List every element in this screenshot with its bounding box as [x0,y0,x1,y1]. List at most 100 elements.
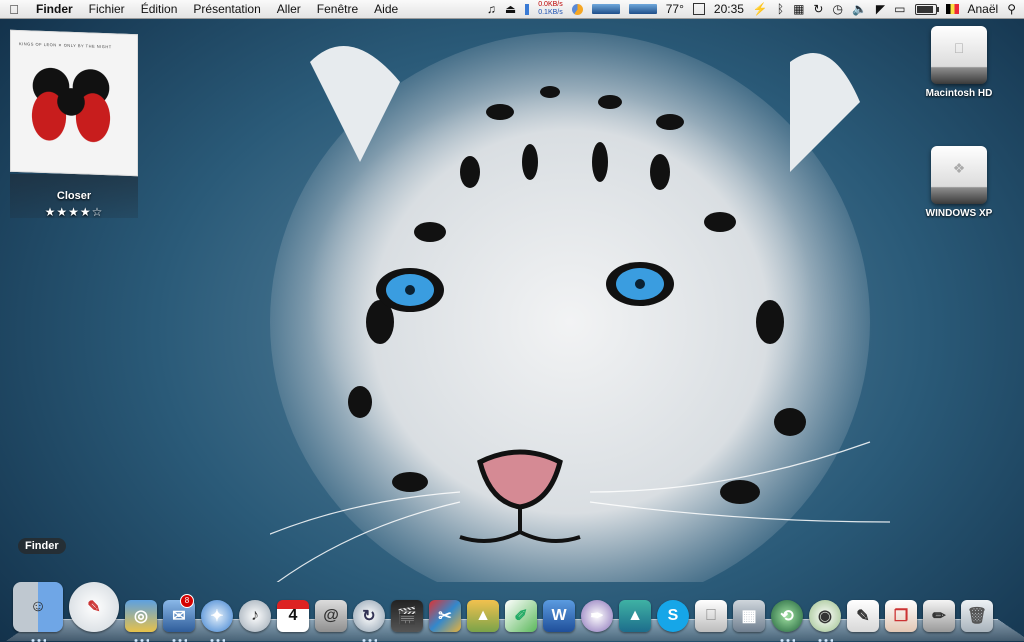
menu-aide[interactable]: Aide [366,0,406,18]
menu-aller[interactable]: Aller [269,0,309,18]
dock-item-time-machine[interactable]: ⟲ [770,588,804,642]
trash-icon: 🗑 [961,600,993,632]
battery-icon[interactable] [914,3,939,15]
dock-item-trash[interactable]: 🗑 [960,588,994,632]
iphoto-icon: ▲ [467,600,499,632]
album-cover-text: KINGS OF LEON ✕ ONLY BY THE NIGHT [19,41,112,50]
wifi-icon[interactable]: ◤ [876,2,885,16]
sync-icon[interactable]: ↻ [813,2,823,16]
display-icon[interactable]: ▭ [894,2,905,16]
drive-windows-xp[interactable]: ❖ WINDOWS XP [914,146,1004,219]
spotlight-search-icon[interactable]: ⚲ [1007,2,1016,16]
menu-fenetre[interactable]: Fenêtre [309,0,366,18]
clipboard-icon: ❐ [885,600,917,632]
dock-item-finder[interactable]: ☺ [12,572,64,642]
bluetooth-battery-icon[interactable] [525,3,530,15]
final-cut-icon: 🎬 [391,600,423,632]
album-art-image [21,55,121,159]
dock-item-textedit[interactable]: ✎ [846,588,880,632]
dock-item-iweb[interactable]: ◎ [124,588,158,642]
time-machine-menu-icon[interactable]: ◷ [832,2,842,16]
menu-edition[interactable]: Édition [133,0,186,18]
dock: ☺ ✎ ◎ ✉ 8 ✦ ♪ 4 @ ↻ 🎬 ✂ ▲ ✐ W ✒ ▲ S ▦ ⟲ … [12,566,994,642]
weather-graph-icon[interactable] [628,4,657,14]
drive-macintosh-hd[interactable]:  Macintosh HD [914,26,1004,99]
drive-label: WINDOWS XP [925,208,993,219]
dock-item-word[interactable]: W [542,588,576,632]
wallpaper-leopard [270,32,890,582]
system-prefs-icon: ▦ [733,600,765,632]
time-machine-icon: ⟲ [771,600,803,632]
memory-meter-icon[interactable] [591,4,620,14]
status-menu-area: ♫ ⏏ 0.0KB/s 0.1KB/s 77° 20:35 ⚡ ᛒ ▦ ↻ ◷ … [487,0,1024,18]
dock-item-mail[interactable]: ✉ 8 [162,588,196,642]
drive-label: Macintosh HD [925,88,993,99]
dock-item-safari[interactable]: ✦ [200,588,234,642]
grid-icon[interactable]: ▦ [793,2,804,16]
eject-icon[interactable]: ⏏ [505,2,516,16]
finder-icon: ☺ [13,582,63,632]
dock-item-isync[interactable]: ↻ [352,588,386,642]
dock-tooltip: Finder [18,538,66,554]
track-title: Closer [56,190,92,202]
dock-item-photo-booth[interactable]: ✂ [428,588,462,632]
dock-item-pages[interactable]: ✏ [922,588,956,632]
photo-booth-icon: ✂ [429,600,461,632]
menu-fichier[interactable]: Fichier [81,0,133,18]
bluetooth-icon[interactable]: ᛒ [777,2,784,16]
dock-item-final-cut[interactable]: 🎬 [390,588,424,632]
dock-item-dashboard[interactable]: ✎ [68,572,120,632]
network-speed-meter[interactable]: 0.0KB/s 0.1KB/s [538,1,563,17]
dashboard-icon: ✎ [69,582,119,632]
volume-icon[interactable]: 🔈 [852,2,867,16]
music-note-icon[interactable]: ♫ [487,2,496,16]
dock-item-system-prefs[interactable]: ▦ [732,588,766,632]
dock-item-preview[interactable]: ◉ [808,588,842,642]
textedit-icon: ✎ [847,600,879,632]
power-plug-icon[interactable]: ⚡ [753,2,768,16]
dock-item-vlc[interactable]: ▲ [618,588,652,632]
calendar-icon[interactable] [692,3,705,15]
clock-text[interactable]: 20:35 [714,2,744,16]
skype-icon: S [657,600,689,632]
user-name-text[interactable]: Anaël [968,2,999,16]
address-book-icon: @ [315,600,347,632]
menu-presentation[interactable]: Présentation [185,0,268,18]
dock-item-itunes[interactable]: ♪ [238,588,272,632]
preview-icon: ◉ [809,600,841,632]
pages-icon: ✏ [923,600,955,632]
vlc-icon: ▲ [619,600,651,632]
dock-item-pen[interactable]: ✒ [580,588,614,632]
menu-app-finder[interactable]: Finder [28,0,81,18]
dock-item-clipboard[interactable]: ❐ [884,588,918,632]
apple-icon[interactable]:  [0,2,28,17]
dock-item-iphoto[interactable]: ▲ [466,588,500,632]
word-icon: W [543,600,575,632]
net-down-text: 0.0KB/s [538,1,563,8]
calendar-day-text: 4 [288,607,298,624]
pen-icon: ✒ [581,600,613,632]
now-playing-widget[interactable]: KINGS OF LEON ✕ ONLY BY THE NIGHT Closer… [10,29,138,220]
safari-icon: ✦ [201,600,233,632]
disk-utility-icon:  [695,600,727,632]
ical-icon: 4 [277,600,309,632]
itunes-icon: ♪ [239,600,271,632]
net-up-text: 0.1KB/s [538,9,563,16]
isync-icon: ↻ [353,600,385,632]
feather-icon: ✐ [505,600,537,632]
hard-drive-icon: ❖ [931,146,987,204]
menu-bar:  Finder Fichier Édition Présentation Al… [0,0,1024,19]
temperature-text[interactable]: 77° [666,2,684,16]
album-cover: KINGS OF LEON ✕ ONLY BY THE NIGHT [10,29,138,177]
flag-icon[interactable] [945,4,959,14]
dock-item-skype[interactable]: S [656,588,690,632]
dock-item-disk-utility[interactable]:  [694,588,728,632]
dock-item-ical[interactable]: 4 [276,588,310,632]
track-rating-stars[interactable]: ★★★★☆ [10,205,138,219]
dock-item-address-book[interactable]: @ [314,588,348,632]
cpu-pie-icon[interactable] [571,3,583,15]
iweb-icon: ◎ [125,600,157,632]
dock-item-feather[interactable]: ✐ [504,588,538,632]
mail-badge: 8 [180,594,194,608]
hard-drive-icon:  [931,26,987,84]
